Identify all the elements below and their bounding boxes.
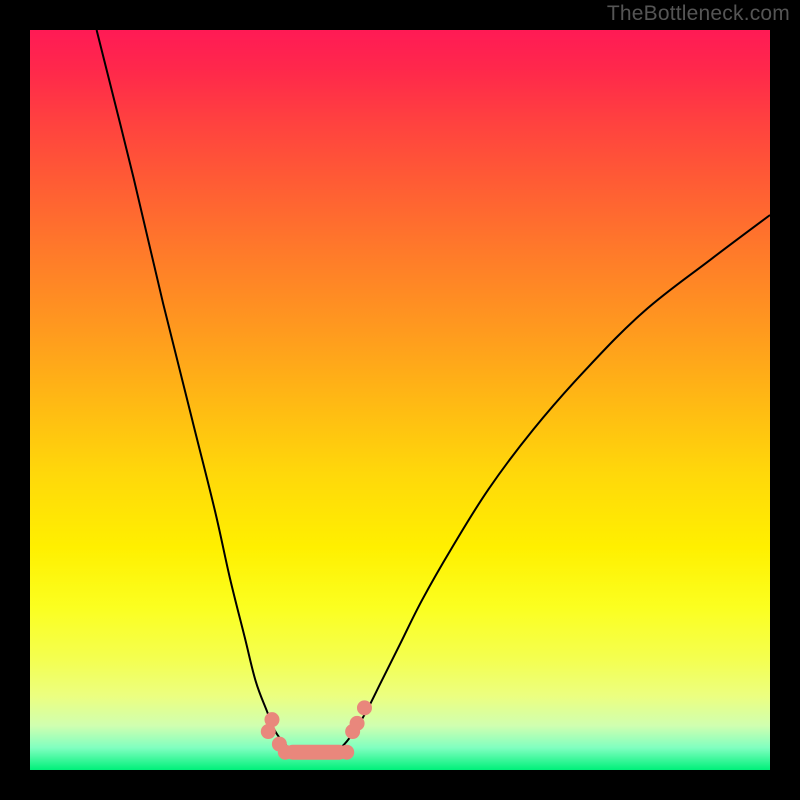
cluster-dot (350, 716, 365, 731)
curves-layer (30, 30, 770, 770)
right-curve (336, 215, 770, 752)
chart-frame: TheBottleneck.com (0, 0, 800, 800)
cluster-sausage (285, 745, 346, 760)
watermark-text: TheBottleneck.com (607, 2, 790, 26)
plot-area (30, 30, 770, 770)
bottom-cluster (261, 700, 372, 759)
cluster-dot (357, 700, 372, 715)
left-curve (97, 30, 298, 752)
cluster-dot (264, 712, 279, 727)
